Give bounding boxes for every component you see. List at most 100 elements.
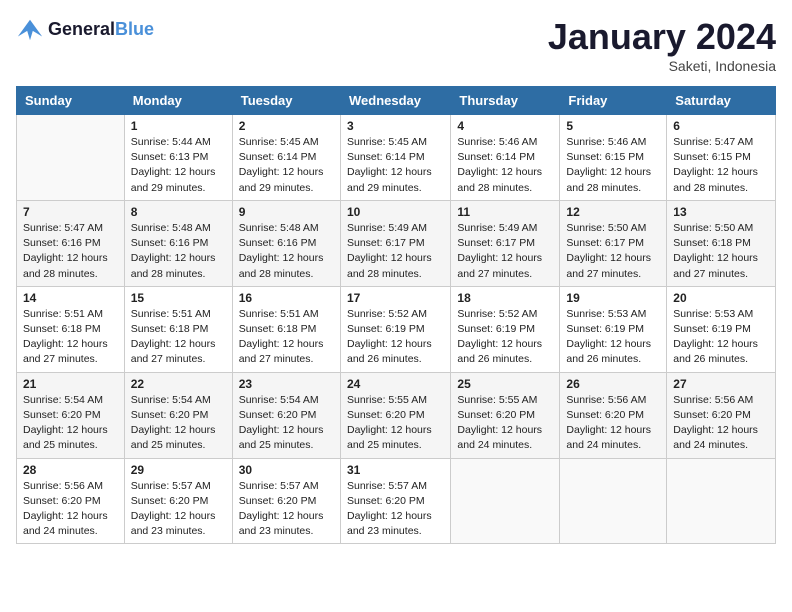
- weekday-header-row: SundayMondayTuesdayWednesdayThursdayFrid…: [17, 87, 776, 115]
- weekday-header-saturday: Saturday: [667, 87, 776, 115]
- calendar-cell: 19 Sunrise: 5:53 AM Sunset: 6:19 PM Dayli…: [560, 286, 667, 372]
- week-row-1: 1 Sunrise: 5:44 AM Sunset: 6:13 PM Daylig…: [17, 115, 776, 201]
- day-number: 24: [347, 377, 444, 391]
- calendar-cell: 24 Sunrise: 5:55 AM Sunset: 6:20 PM Dayli…: [340, 372, 450, 458]
- day-info: Sunrise: 5:48 AM Sunset: 6:16 PM Dayligh…: [131, 221, 226, 282]
- calendar-cell: 12 Sunrise: 5:50 AM Sunset: 6:17 PM Dayli…: [560, 200, 667, 286]
- day-number: 21: [23, 377, 118, 391]
- calendar-cell: 4 Sunrise: 5:46 AM Sunset: 6:14 PM Daylig…: [451, 115, 560, 201]
- day-info: Sunrise: 5:55 AM Sunset: 6:20 PM Dayligh…: [457, 393, 553, 454]
- day-info: Sunrise: 5:53 AM Sunset: 6:19 PM Dayligh…: [673, 307, 769, 368]
- calendar-cell: 18 Sunrise: 5:52 AM Sunset: 6:19 PM Dayli…: [451, 286, 560, 372]
- calendar-cell: 7 Sunrise: 5:47 AM Sunset: 6:16 PM Daylig…: [17, 200, 125, 286]
- week-row-3: 14 Sunrise: 5:51 AM Sunset: 6:18 PM Dayli…: [17, 286, 776, 372]
- calendar-cell: 21 Sunrise: 5:54 AM Sunset: 6:20 PM Dayli…: [17, 372, 125, 458]
- day-info: Sunrise: 5:52 AM Sunset: 6:19 PM Dayligh…: [457, 307, 553, 368]
- calendar-cell: 1 Sunrise: 5:44 AM Sunset: 6:13 PM Daylig…: [124, 115, 232, 201]
- calendar-cell: [560, 458, 667, 544]
- calendar-cell: 16 Sunrise: 5:51 AM Sunset: 6:18 PM Dayli…: [232, 286, 340, 372]
- day-number: 27: [673, 377, 769, 391]
- calendar-cell: 28 Sunrise: 5:56 AM Sunset: 6:20 PM Dayli…: [17, 458, 125, 544]
- day-number: 18: [457, 291, 553, 305]
- day-info: Sunrise: 5:45 AM Sunset: 6:14 PM Dayligh…: [239, 135, 334, 196]
- page-header: GeneralBlue January 2024 Saketi, Indones…: [16, 16, 776, 74]
- day-number: 31: [347, 463, 444, 477]
- month-title: January 2024: [548, 16, 776, 58]
- calendar-table: SundayMondayTuesdayWednesdayThursdayFrid…: [16, 86, 776, 544]
- day-info: Sunrise: 5:57 AM Sunset: 6:20 PM Dayligh…: [347, 479, 444, 540]
- day-number: 16: [239, 291, 334, 305]
- day-number: 15: [131, 291, 226, 305]
- calendar-cell: 5Sunrise: 5:46 AM Sunset: 6:15 PM Daylig…: [560, 115, 667, 201]
- calendar-cell: 30 Sunrise: 5:57 AM Sunset: 6:20 PM Dayli…: [232, 458, 340, 544]
- day-number: 22: [131, 377, 226, 391]
- calendar-cell: [17, 115, 125, 201]
- day-info: Sunrise: 5:46 AM Sunset: 6:14 PM Dayligh…: [457, 135, 553, 196]
- weekday-header-sunday: Sunday: [17, 87, 125, 115]
- calendar-cell: 9 Sunrise: 5:48 AM Sunset: 6:16 PM Daylig…: [232, 200, 340, 286]
- calendar-cell: 31 Sunrise: 5:57 AM Sunset: 6:20 PM Dayli…: [340, 458, 450, 544]
- day-info: Sunrise: 5:55 AM Sunset: 6:20 PM Dayligh…: [347, 393, 444, 454]
- weekday-header-thursday: Thursday: [451, 87, 560, 115]
- day-info: Sunrise: 5:56 AM Sunset: 6:20 PM Dayligh…: [566, 393, 660, 454]
- logo-icon: [16, 16, 44, 44]
- logo: GeneralBlue: [16, 16, 154, 44]
- day-info: Sunrise: 5:57 AM Sunset: 6:20 PM Dayligh…: [131, 479, 226, 540]
- title-area: January 2024 Saketi, Indonesia: [548, 16, 776, 74]
- calendar-cell: [451, 458, 560, 544]
- day-info: Sunrise: 5:57 AM Sunset: 6:20 PM Dayligh…: [239, 479, 334, 540]
- day-info: Sunrise: 5:54 AM Sunset: 6:20 PM Dayligh…: [23, 393, 118, 454]
- calendar-cell: 15Sunrise: 5:51 AM Sunset: 6:18 PM Dayli…: [124, 286, 232, 372]
- calendar-cell: 8Sunrise: 5:48 AM Sunset: 6:16 PM Daylig…: [124, 200, 232, 286]
- week-row-5: 28 Sunrise: 5:56 AM Sunset: 6:20 PM Dayli…: [17, 458, 776, 544]
- day-number: 11: [457, 205, 553, 219]
- weekday-header-tuesday: Tuesday: [232, 87, 340, 115]
- day-number: 6: [673, 119, 769, 133]
- day-number: 14: [23, 291, 118, 305]
- weekday-header-monday: Monday: [124, 87, 232, 115]
- calendar-cell: 2Sunrise: 5:45 AM Sunset: 6:14 PM Daylig…: [232, 115, 340, 201]
- weekday-header-wednesday: Wednesday: [340, 87, 450, 115]
- day-number: 28: [23, 463, 118, 477]
- day-info: Sunrise: 5:44 AM Sunset: 6:13 PM Dayligh…: [131, 135, 226, 196]
- day-info: Sunrise: 5:54 AM Sunset: 6:20 PM Dayligh…: [131, 393, 226, 454]
- calendar-cell: 11Sunrise: 5:49 AM Sunset: 6:17 PM Dayli…: [451, 200, 560, 286]
- day-number: 20: [673, 291, 769, 305]
- day-number: 25: [457, 377, 553, 391]
- calendar-cell: 13Sunrise: 5:50 AM Sunset: 6:18 PM Dayli…: [667, 200, 776, 286]
- day-number: 5: [566, 119, 660, 133]
- day-number: 4: [457, 119, 553, 133]
- week-row-4: 21 Sunrise: 5:54 AM Sunset: 6:20 PM Dayli…: [17, 372, 776, 458]
- location: Saketi, Indonesia: [548, 58, 776, 74]
- calendar-cell: 23 Sunrise: 5:54 AM Sunset: 6:20 PM Dayli…: [232, 372, 340, 458]
- calendar-cell: 3Sunrise: 5:45 AM Sunset: 6:14 PM Daylig…: [340, 115, 450, 201]
- day-info: Sunrise: 5:48 AM Sunset: 6:16 PM Dayligh…: [239, 221, 334, 282]
- calendar-cell: 17Sunrise: 5:52 AM Sunset: 6:19 PM Dayli…: [340, 286, 450, 372]
- day-number: 10: [347, 205, 444, 219]
- calendar-cell: 26 Sunrise: 5:56 AM Sunset: 6:20 PM Dayli…: [560, 372, 667, 458]
- day-number: 30: [239, 463, 334, 477]
- day-info: Sunrise: 5:50 AM Sunset: 6:17 PM Dayligh…: [566, 221, 660, 282]
- calendar-cell: 22 Sunrise: 5:54 AM Sunset: 6:20 PM Dayli…: [124, 372, 232, 458]
- day-number: 19: [566, 291, 660, 305]
- day-number: 26: [566, 377, 660, 391]
- weekday-header-friday: Friday: [560, 87, 667, 115]
- day-info: Sunrise: 5:51 AM Sunset: 6:18 PM Dayligh…: [23, 307, 118, 368]
- day-number: 9: [239, 205, 334, 219]
- day-number: 7: [23, 205, 118, 219]
- calendar-cell: 25 Sunrise: 5:55 AM Sunset: 6:20 PM Dayli…: [451, 372, 560, 458]
- day-number: 23: [239, 377, 334, 391]
- day-number: 12: [566, 205, 660, 219]
- calendar-cell: 29Sunrise: 5:57 AM Sunset: 6:20 PM Dayli…: [124, 458, 232, 544]
- day-info: Sunrise: 5:51 AM Sunset: 6:18 PM Dayligh…: [239, 307, 334, 368]
- calendar-cell: [667, 458, 776, 544]
- day-info: Sunrise: 5:54 AM Sunset: 6:20 PM Dayligh…: [239, 393, 334, 454]
- day-info: Sunrise: 5:47 AM Sunset: 6:16 PM Dayligh…: [23, 221, 118, 282]
- day-number: 1: [131, 119, 226, 133]
- week-row-2: 7 Sunrise: 5:47 AM Sunset: 6:16 PM Daylig…: [17, 200, 776, 286]
- day-info: Sunrise: 5:50 AM Sunset: 6:18 PM Dayligh…: [673, 221, 769, 282]
- calendar-cell: 27Sunrise: 5:56 AM Sunset: 6:20 PM Dayli…: [667, 372, 776, 458]
- day-info: Sunrise: 5:56 AM Sunset: 6:20 PM Dayligh…: [23, 479, 118, 540]
- day-info: Sunrise: 5:49 AM Sunset: 6:17 PM Dayligh…: [347, 221, 444, 282]
- day-info: Sunrise: 5:53 AM Sunset: 6:19 PM Dayligh…: [566, 307, 660, 368]
